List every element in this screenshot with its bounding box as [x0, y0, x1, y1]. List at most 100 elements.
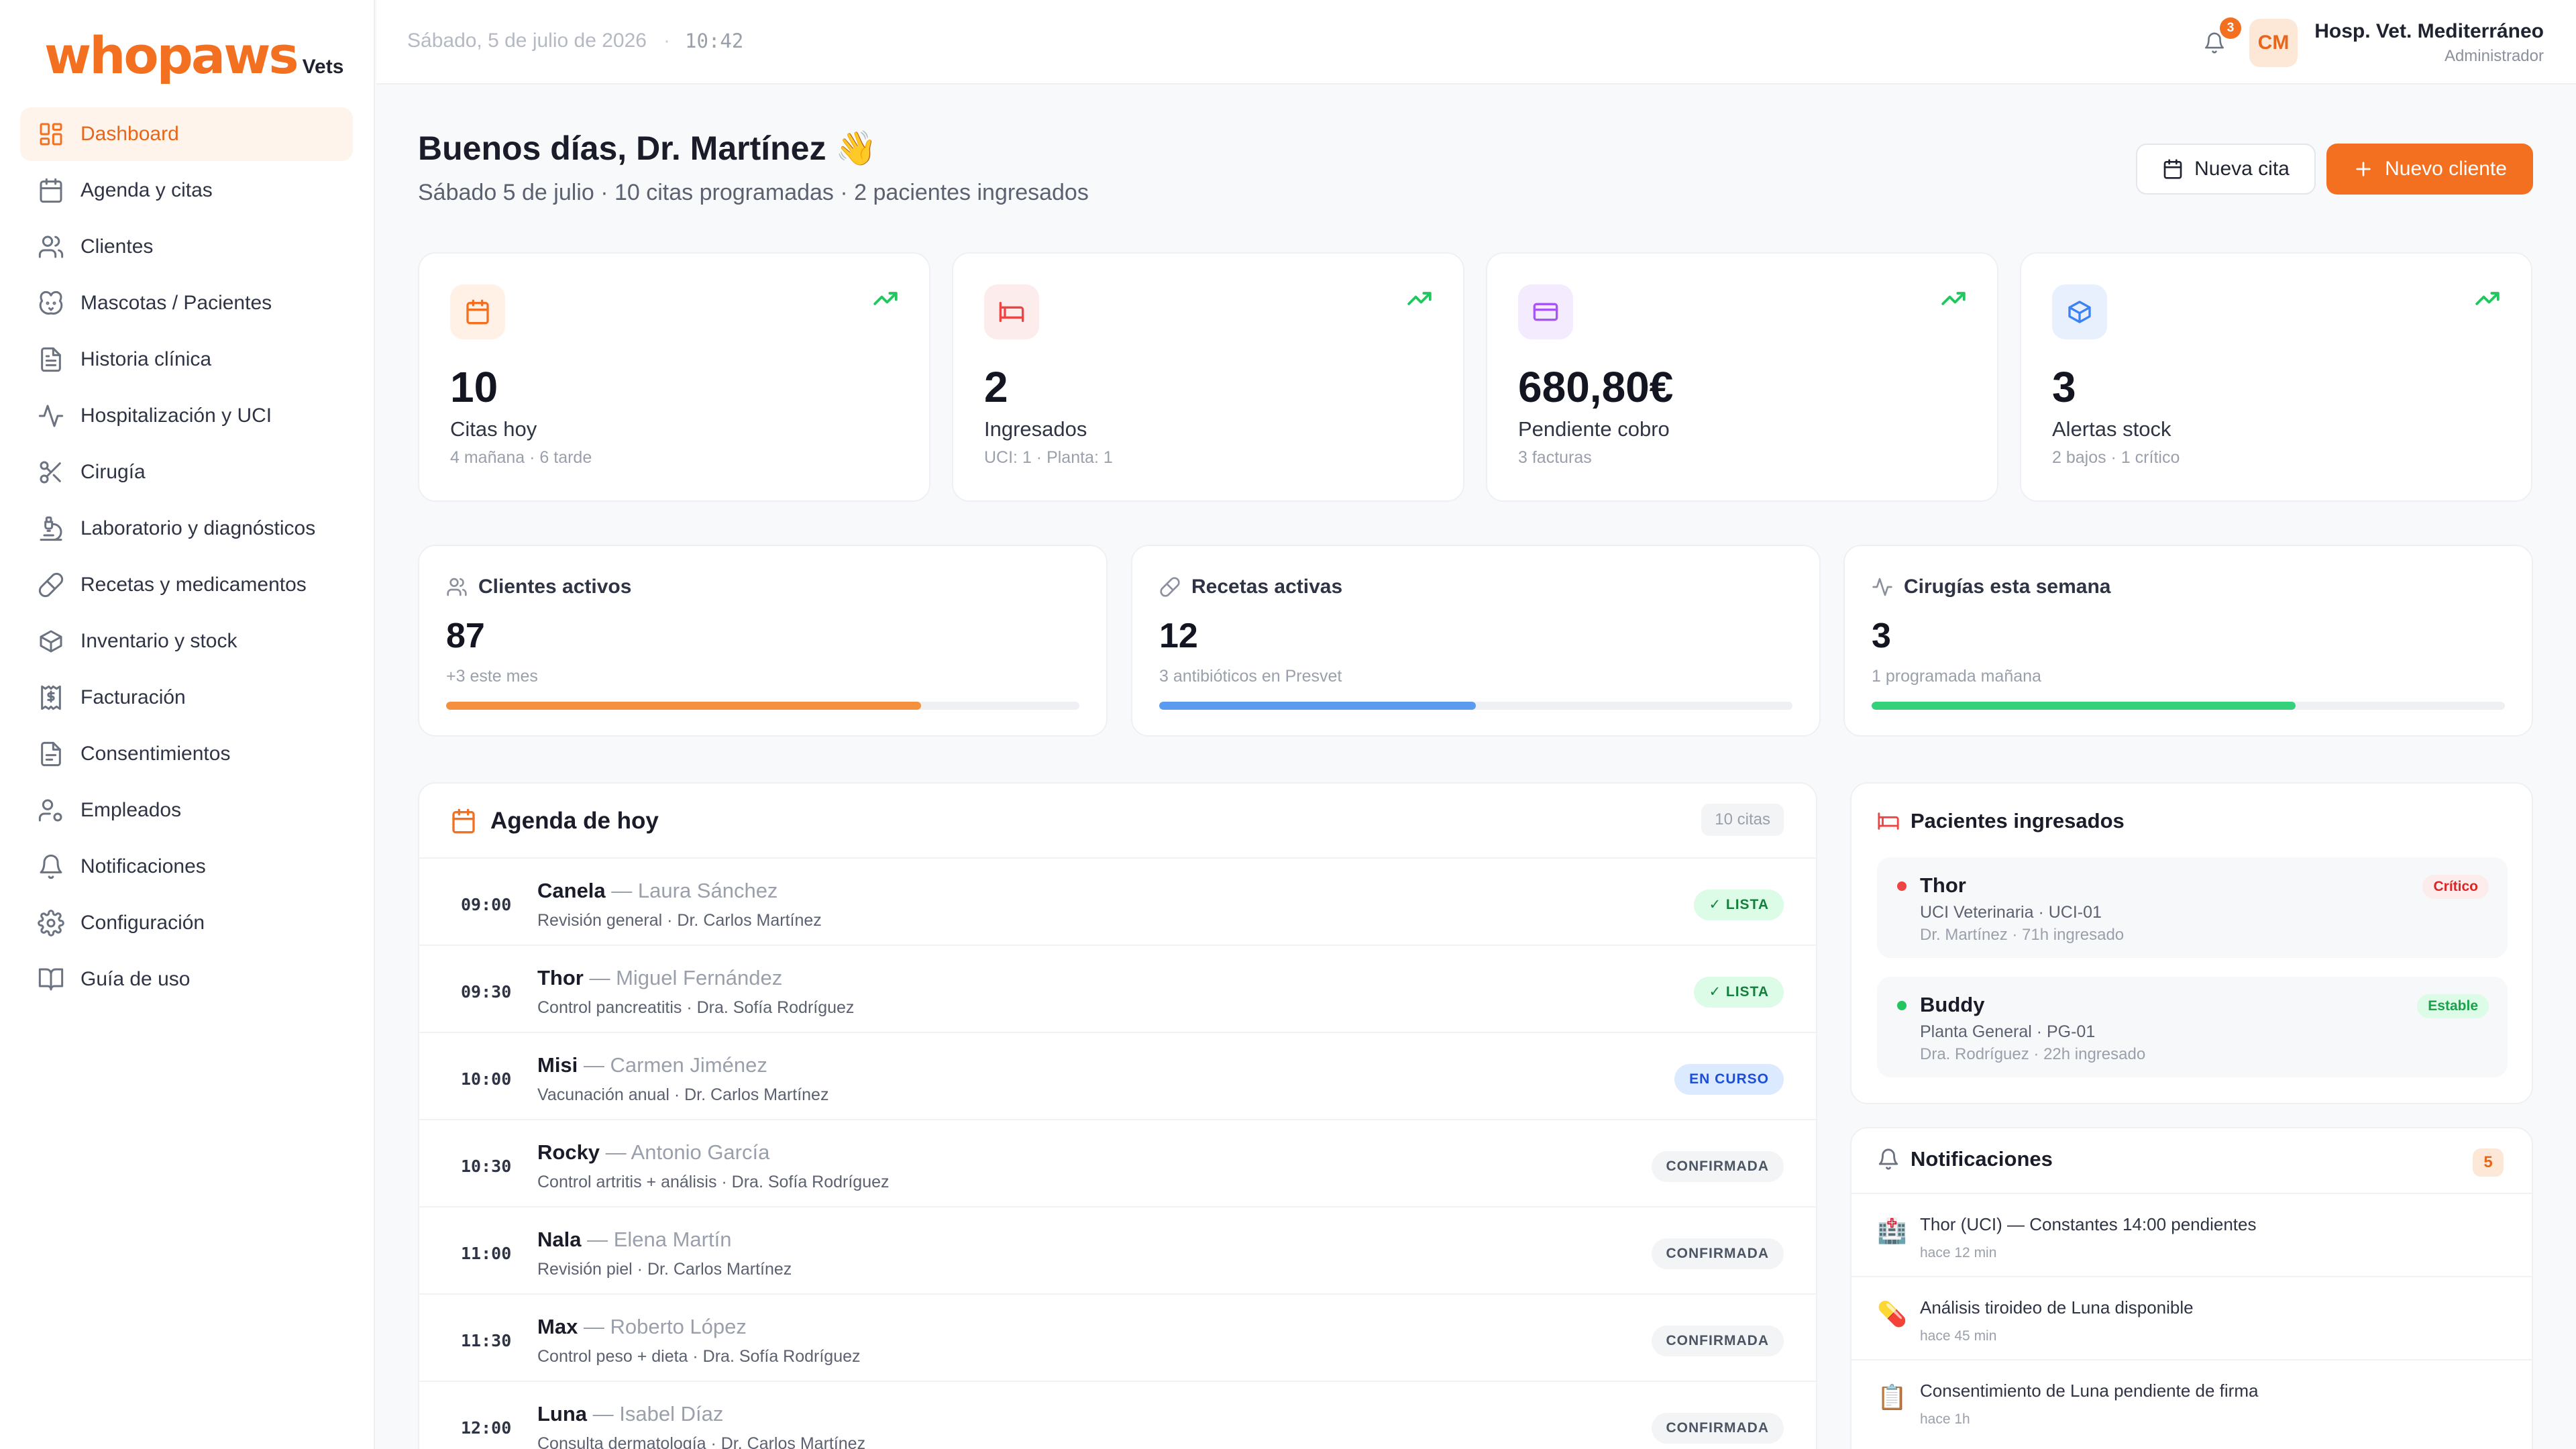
stat-card-citas[interactable]: 10 Citas hoy 4 mañana · 6 tarde: [418, 252, 930, 502]
users-icon: [447, 578, 467, 596]
stat-detail: 4 mañana · 6 tarde: [450, 448, 592, 467]
calendar-icon: [2163, 159, 2182, 179]
bell-icon: [1878, 1148, 1898, 1170]
pet-name: Rocky: [537, 1140, 600, 1164]
pet-name: Luna: [537, 1402, 588, 1426]
activity-icon: [38, 405, 64, 427]
status-badge: Crítico: [2422, 875, 2489, 899]
status-badge: EN CURSO: [1674, 1064, 1784, 1095]
metric-card-clientes[interactable]: Clientes activos 87 +3 este mes: [418, 545, 1108, 737]
table-row[interactable]: 12:00 Luna — Isabel Díaz Consulta dermatol…: [419, 1381, 1816, 1449]
agenda-title-text: Agenda de hoy: [490, 808, 659, 834]
appointment-title: Misi — Carmen Jiménez: [537, 1053, 767, 1077]
progress-fill: [1872, 702, 2296, 710]
grid-icon: [40, 123, 62, 146]
sidebar-nav: Dashboard Agenda y citas Clientes Mascot…: [20, 107, 353, 1009]
sidebar-item-label: Facturación: [80, 686, 186, 708]
metric-title-text: Clientes activos: [478, 576, 632, 598]
agenda-title: Agenda de hoy: [450, 808, 659, 835]
account-info[interactable]: Hosp. Vet. Mediterráneo Administrador: [2314, 20, 2544, 66]
page-subtitle: Sábado 5 de julio · 10 citas programadas…: [418, 180, 1089, 205]
appointment-detail: Revisión general · Dr. Carlos Martínez: [537, 911, 822, 930]
appointment-title: Nala — Elena Martín: [537, 1228, 731, 1252]
sidebar-item-configuracion[interactable]: Configuración: [20, 896, 353, 950]
notification-icon: 💊: [1877, 1300, 1907, 1328]
users-icon: [38, 235, 64, 258]
calendar-icon: [466, 299, 489, 325]
status-badge: CONFIRMADA: [1651, 1238, 1784, 1269]
metric-card-recetas[interactable]: Recetas activas 12 3 antibióticos en Pre…: [1131, 545, 1821, 737]
stat-icon-box: [984, 284, 1039, 339]
date-separator: ·: [663, 30, 670, 52]
notifications-button[interactable]: 3: [2194, 17, 2241, 62]
new-client-button[interactable]: Nuevo cliente: [2326, 144, 2533, 195]
sidebar-item-label: Hospitalización y UCI: [80, 405, 272, 427]
metric-title: Recetas activas: [1159, 576, 1342, 598]
patients-title: Pacientes ingresados: [1877, 809, 2125, 833]
sidebar-item-laboratorio[interactable]: Laboratorio y diagnósticos: [20, 502, 353, 555]
sidebar-item-empleados[interactable]: Empleados: [20, 784, 353, 837]
pet-name: Max: [537, 1315, 578, 1338]
table-row[interactable]: 10:00 Misi — Carmen Jiménez Vacunación anu…: [419, 1032, 1816, 1119]
bell-icon: [40, 854, 62, 879]
table-row[interactable]: 10:30 Rocky — Antonio García Control artri…: [419, 1119, 1816, 1206]
avatar[interactable]: CM: [2249, 19, 2298, 67]
sidebar-item-label: Historia clínica: [80, 348, 212, 370]
scissors-icon: [40, 461, 61, 484]
receipt-icon: [41, 685, 61, 710]
package-icon: [2068, 301, 2091, 323]
table-row[interactable]: 09:30 Thor — Miguel Fernández Control panc…: [419, 945, 1816, 1032]
trending-up-icon: [1407, 292, 1432, 305]
status-badge: CONFIRMADA: [1651, 1413, 1784, 1444]
brand-logo[interactable]: whopaws Vets: [44, 25, 343, 85]
pill-icon: [38, 572, 64, 598]
status-badge: ✓ LISTA: [1694, 977, 1784, 1008]
sidebar-item-label: Recetas y medicamentos: [80, 574, 307, 596]
table-row[interactable]: 09:00 Canela — Laura Sánchez Revisión gene…: [419, 857, 1816, 945]
calendar-icon: [452, 808, 475, 834]
sidebar-item-consentimientos[interactable]: Consentimientos: [20, 727, 353, 781]
new-appointment-label: Nueva cita: [2194, 158, 2290, 180]
sidebar-item-cirugia[interactable]: Cirugía: [20, 445, 353, 499]
stat-detail: 2 bajos · 1 crítico: [2052, 448, 2180, 467]
patient-card[interactable]: Buddy Planta General · PG-01 Dra. Rodrígue…: [1877, 977, 2508, 1077]
list-item[interactable]: 🏥 Thor (UCI) — Constantes 14:00 pendiente…: [1851, 1193, 2532, 1276]
sidebar-item-historia[interactable]: Historia clínica: [20, 333, 353, 386]
notifications-list: 🏥 Thor (UCI) — Constantes 14:00 pendiente…: [1851, 1193, 2532, 1442]
metric-card-cirugias[interactable]: Cirugías esta semana 3 1 programada maña…: [1843, 545, 2533, 737]
sidebar-item-clientes[interactable]: Clientes: [20, 220, 353, 274]
list-item[interactable]: 💊 Análisis tiroideo de Luna disponible hac…: [1851, 1276, 2532, 1359]
pill-icon: [1160, 577, 1180, 597]
trending-up-icon: [1941, 292, 1966, 305]
sidebar-item-hospitalizacion[interactable]: Hospitalización y UCI: [20, 389, 353, 443]
sidebar-item-dashboard[interactable]: Dashboard: [20, 107, 353, 161]
topbar: Sábado, 5 de julio de 2026 · 10:42 3 CM …: [376, 0, 2576, 85]
sidebar-item-inventario[interactable]: Inventario y stock: [20, 614, 353, 668]
notification-count-badge: 3: [2220, 17, 2241, 39]
credit-card-icon: [1533, 303, 1558, 321]
patients-title-text: Pacientes ingresados: [1911, 809, 2125, 833]
new-appointment-button[interactable]: Nueva cita: [2136, 144, 2316, 195]
sidebar-item-notificaciones[interactable]: Notificaciones: [20, 840, 353, 894]
sidebar-item-label: Consentimientos: [80, 743, 231, 765]
trending-up-icon: [2475, 292, 2500, 305]
patient-location: Planta General · PG-01: [1920, 1022, 2096, 1041]
table-row[interactable]: 11:00 Nala — Elena Martín Revisión piel · …: [419, 1206, 1816, 1293]
sidebar-item-label: Agenda y citas: [80, 179, 213, 201]
sidebar-item-facturacion[interactable]: Facturación: [20, 671, 353, 724]
sidebar-item-agenda[interactable]: Agenda y citas: [20, 164, 353, 217]
appointment-detail: Consulta dermatología · Dr. Carlos Martí…: [537, 1434, 866, 1449]
stat-card-cobro[interactable]: 680,80€ Pendiente cobro 3 facturas: [1486, 252, 1998, 502]
appointment-title: Rocky — Antonio García: [537, 1140, 769, 1165]
list-item[interactable]: 📋 Consentimiento de Luna pendiente de fir…: [1851, 1359, 2532, 1442]
metric-title-text: Recetas activas: [1191, 576, 1343, 598]
gear-icon: [38, 910, 64, 936]
stat-card-ingresados[interactable]: 2 Ingresados UCI: 1 · Planta: 1: [952, 252, 1464, 502]
sidebar-item-recetas[interactable]: Recetas y medicamentos: [20, 558, 353, 612]
stat-card-stock[interactable]: 3 Alertas stock 2 bajos · 1 crítico: [2020, 252, 2532, 502]
brand-suffix: Vets: [302, 56, 344, 78]
sidebar-item-mascotas[interactable]: Mascotas / Pacientes: [20, 276, 353, 330]
table-row[interactable]: 11:30 Max — Roberto López Control peso + d…: [419, 1293, 1816, 1381]
patient-card[interactable]: Thor UCI Veterinaria · UCI-01 Dr. Martínez…: [1877, 857, 2508, 958]
sidebar-item-guia[interactable]: Guía de uso: [20, 953, 353, 1006]
